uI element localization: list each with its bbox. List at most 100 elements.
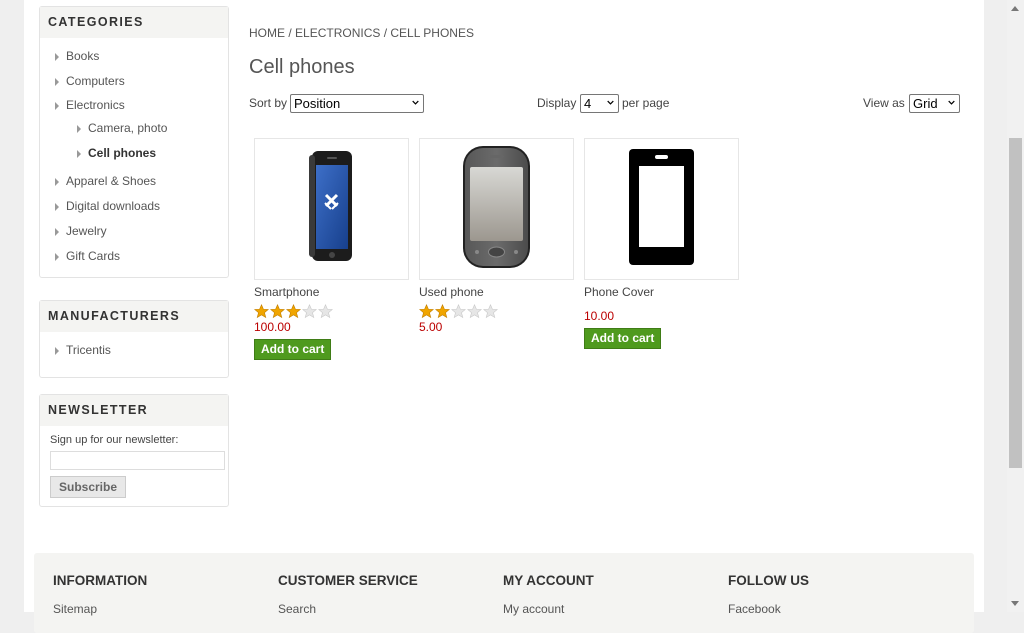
footer-link[interactable]: Search [278,602,418,616]
category-label: Books [66,49,100,63]
footer-link[interactable]: Facebook [728,602,809,616]
caret-right-icon [55,53,59,61]
sort-value: Position [294,96,341,111]
category-label: Gift Cards [66,249,121,263]
smartphone-picture [309,151,352,261]
star-icon [318,304,333,319]
footer-heading: INFORMATION [53,573,148,588]
category-apparel-shoes[interactable]: Apparel & Shoes [40,169,228,194]
category-label: Computers [66,74,125,88]
category-label: Camera, photo [88,121,168,135]
caret-right-icon [55,78,59,86]
product-title[interactable]: Phone Cover [584,285,739,300]
categories-block: CATEGORIES Books Computers Electronics C… [39,6,229,278]
caret-right-icon [55,178,59,186]
footer-column-follow-us: FOLLOW US Facebook [728,573,809,616]
footer-column-my-account: MY ACCOUNT My account [503,573,594,616]
category-gift-cards[interactable]: Gift Cards [40,244,228,269]
category-electronics[interactable]: Electronics [40,94,228,116]
scroll-down-arrow-icon[interactable] [1011,601,1019,606]
phone-cover-picture [629,149,694,265]
product-title[interactable]: Smartphone [254,285,409,300]
star-icon [254,304,269,319]
newsletter-block: NEWSLETTER Sign up for our newsletter: S… [39,394,229,507]
breadcrumb-separator: / [380,26,391,40]
product-price: 5.00 [419,320,443,334]
product-title[interactable]: Used phone [419,285,574,300]
product-price: 10.00 [584,309,615,323]
category-label: Cell phones [88,146,157,160]
breadcrumb-current: Cell phones [390,26,474,40]
manufacturers-block: MANUFACTURERS Tricentis [39,300,229,378]
newsletter-title: NEWSLETTER [40,395,228,426]
caret-right-icon [55,347,59,355]
star-icon [270,304,285,319]
categories-title: CATEGORIES [40,7,228,38]
caret-right-icon [55,253,59,261]
caret-right-icon [77,150,81,158]
product-image-used-phone[interactable] [419,138,574,280]
rating-stars [419,304,574,320]
footer-column-information: INFORMATION Sitemap [53,573,147,616]
category-digital-downloads[interactable]: Digital downloads [40,194,228,219]
footer-column-customer-service: CUSTOMER SERVICE Search [278,573,418,616]
product-price: 100.00 [254,320,291,334]
caret-right-icon [55,228,59,236]
product-item: Phone Cover 10.00 Add to cart [584,138,739,349]
scrollbar-thumb[interactable] [1009,138,1022,468]
star-icon [435,304,450,319]
category-label: Apparel & Shoes [66,174,157,188]
display-label: Display [537,96,577,110]
rating-stars [254,304,409,320]
view-as-label: View as [863,96,905,110]
footer-link[interactable]: Sitemap [53,602,147,616]
product-image-phone-cover[interactable] [584,138,739,280]
category-jewelry[interactable]: Jewelry [40,219,228,244]
caret-right-icon [55,102,59,110]
add-to-cart-button[interactable]: Add to cart [584,328,662,349]
category-label: Jewelry [66,224,107,238]
sort-select[interactable]: Position [290,94,424,113]
caret-right-icon [77,125,81,133]
view-mode-select[interactable]: Grid [909,94,960,113]
star-icon [467,304,482,319]
star-icon [302,304,317,319]
chevron-down-icon [948,100,955,105]
category-cell-phones[interactable]: Cell phones [40,141,228,166]
product-item: Used phone 5.00 [419,138,574,334]
footer-link[interactable]: My account [503,602,594,616]
category-computers[interactable]: Computers [40,69,228,94]
category-books[interactable]: Books [40,44,228,69]
footer-heading: CUSTOMER SERVICE [278,573,418,588]
breadcrumb-electronics[interactable]: Electronics [295,26,380,40]
per-page-label: per page [622,96,670,110]
page-content: CATEGORIES Books Computers Electronics C… [24,0,984,612]
breadcrumb: Home / Electronics / Cell phones [249,26,474,40]
caret-right-icon [55,203,59,211]
page-size-value: 4 [584,96,592,111]
manufacturer-tricentis[interactable]: Tricentis [40,338,228,363]
star-icon [483,304,498,319]
newsletter-prompt: Sign up for our newsletter: [50,434,179,446]
add-to-cart-button[interactable]: Add to cart [254,339,332,360]
chevron-down-icon [607,100,614,105]
newsletter-email-input[interactable] [50,451,225,470]
star-icon [419,304,434,319]
product-image-smartphone[interactable] [254,138,409,280]
page-size-select[interactable]: 4 [580,94,619,113]
page-scrollbar[interactable] [1007,0,1024,612]
scroll-up-arrow-icon[interactable] [1011,6,1019,11]
star-icon [451,304,466,319]
category-label: Electronics [66,98,125,112]
breadcrumb-home[interactable]: Home [249,26,285,40]
category-camera-photo[interactable]: Camera, photo [40,116,228,141]
subscribe-button[interactable]: Subscribe [50,476,127,498]
chevron-down-icon [412,100,419,105]
used-phone-picture [463,146,530,268]
star-icon [286,304,301,319]
category-label: Digital downloads [66,199,161,213]
manufacturer-label: Tricentis [66,343,111,357]
product-item: Smartphone 100.00 Add to cart [254,138,409,360]
manufacturers-title: MANUFACTURERS [40,301,228,332]
footer-heading: FOLLOW US [728,573,809,588]
